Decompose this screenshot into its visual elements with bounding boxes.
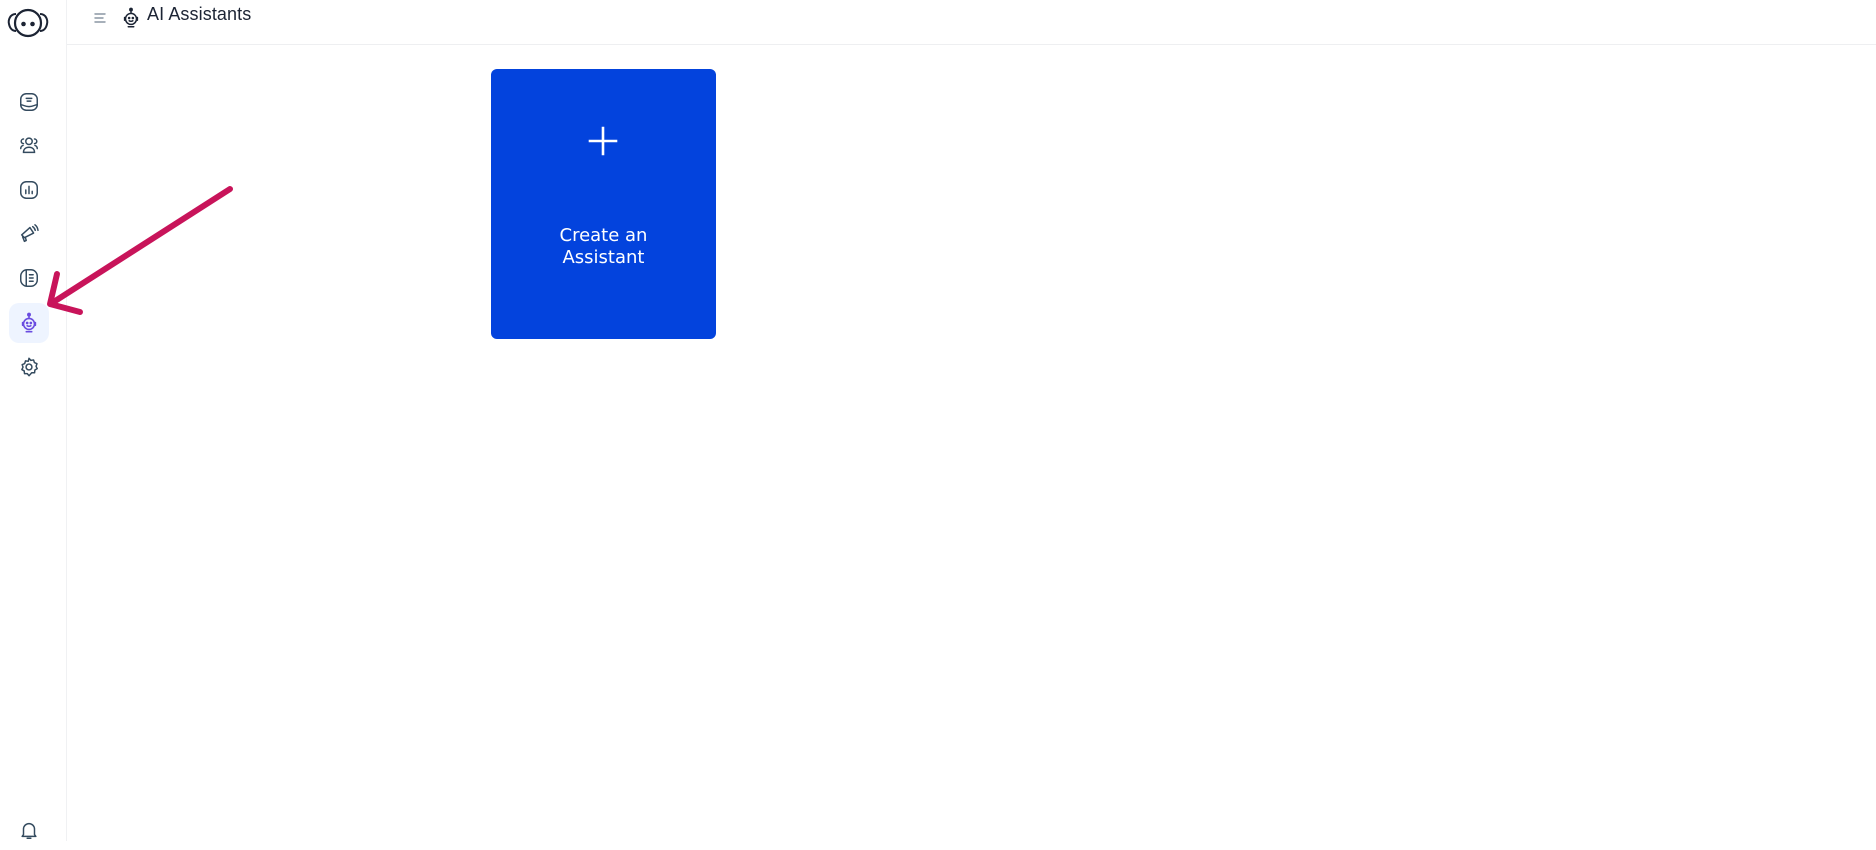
header: AI Assistants <box>67 0 1876 45</box>
notifications-button[interactable] <box>9 810 49 850</box>
users-icon <box>20 137 38 154</box>
sidebar-item-inbox[interactable] <box>9 82 49 122</box>
sidebar-item-campaigns[interactable] <box>9 214 49 254</box>
sidebar-item-reports[interactable] <box>9 170 49 210</box>
sidebar <box>0 0 67 841</box>
plus-icon <box>588 126 618 156</box>
sidebar-item-contacts[interactable] <box>9 125 49 165</box>
create-assistant-label-line1: Create an <box>559 225 648 246</box>
sidebar-item-help-center[interactable] <box>9 258 49 298</box>
book-icon <box>20 269 38 287</box>
create-assistant-button[interactable]: Create an Assistant <box>491 69 716 339</box>
chat-inbox-icon <box>20 93 38 111</box>
create-assistant-label: Create an Assistant <box>491 225 716 269</box>
elephant-logo-icon[interactable] <box>7 6 49 40</box>
menu-lines-icon[interactable] <box>93 10 109 26</box>
robot-icon <box>123 7 139 28</box>
page-title: AI Assistants <box>147 4 252 24</box>
bar-chart-icon <box>20 181 38 199</box>
gear-icon <box>21 357 38 377</box>
create-assistant-label-line2: Assistant <box>562 247 645 268</box>
bell-icon <box>21 822 37 839</box>
sidebar-item-settings[interactable] <box>9 347 49 387</box>
robot-icon <box>21 312 37 333</box>
megaphone-icon <box>20 224 39 243</box>
sidebar-item-ai-assistants[interactable] <box>9 303 49 343</box>
